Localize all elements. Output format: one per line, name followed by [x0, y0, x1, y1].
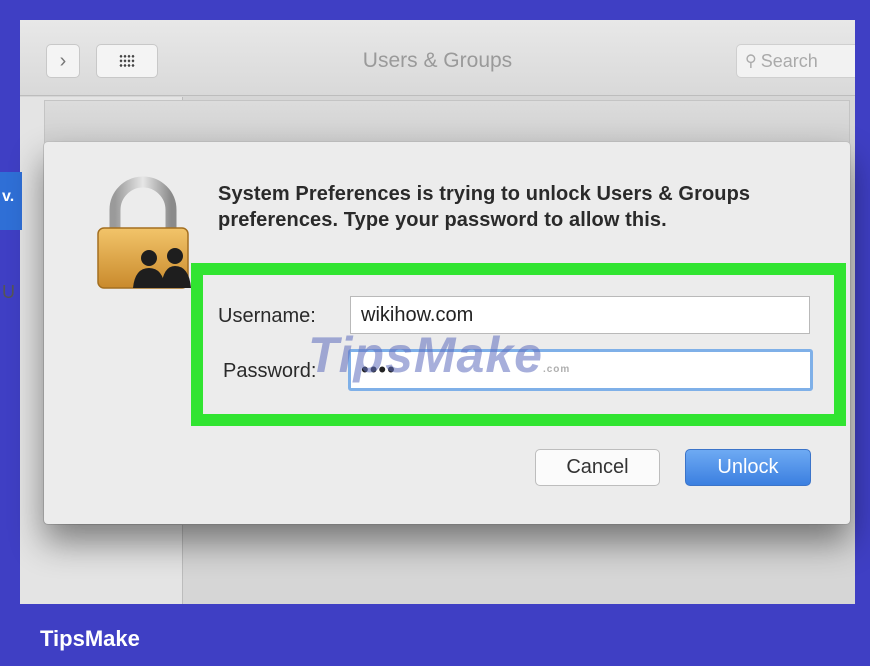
sidebar-item-label: U [2, 282, 15, 302]
window-titlebar: › Users & Groups ⚲ Search [20, 20, 855, 96]
watermark-suffix: .com [542, 364, 571, 375]
window-title: Users & Groups [362, 49, 513, 72]
password-label: Password: [223, 360, 317, 382]
username-label: Username: [218, 305, 316, 327]
watermark: TipsMake.com [308, 326, 570, 384]
lock-icon [97, 176, 191, 289]
search-input[interactable]: ⚲ Search [736, 44, 855, 78]
sidebar-selected-item[interactable]: v. [0, 172, 22, 230]
footer-brand: TipsMake [40, 626, 140, 651]
watermark-text: TipsMake [308, 327, 543, 383]
unlock-button[interactable]: Unlock [685, 449, 811, 486]
dialog-message: System Preferences is trying to unlock U… [218, 183, 751, 231]
dialog-sheet-top [44, 100, 850, 144]
search-placeholder: Search [760, 50, 818, 71]
search-icon: ⚲ [745, 53, 757, 70]
cancel-button[interactable]: Cancel [535, 449, 660, 486]
